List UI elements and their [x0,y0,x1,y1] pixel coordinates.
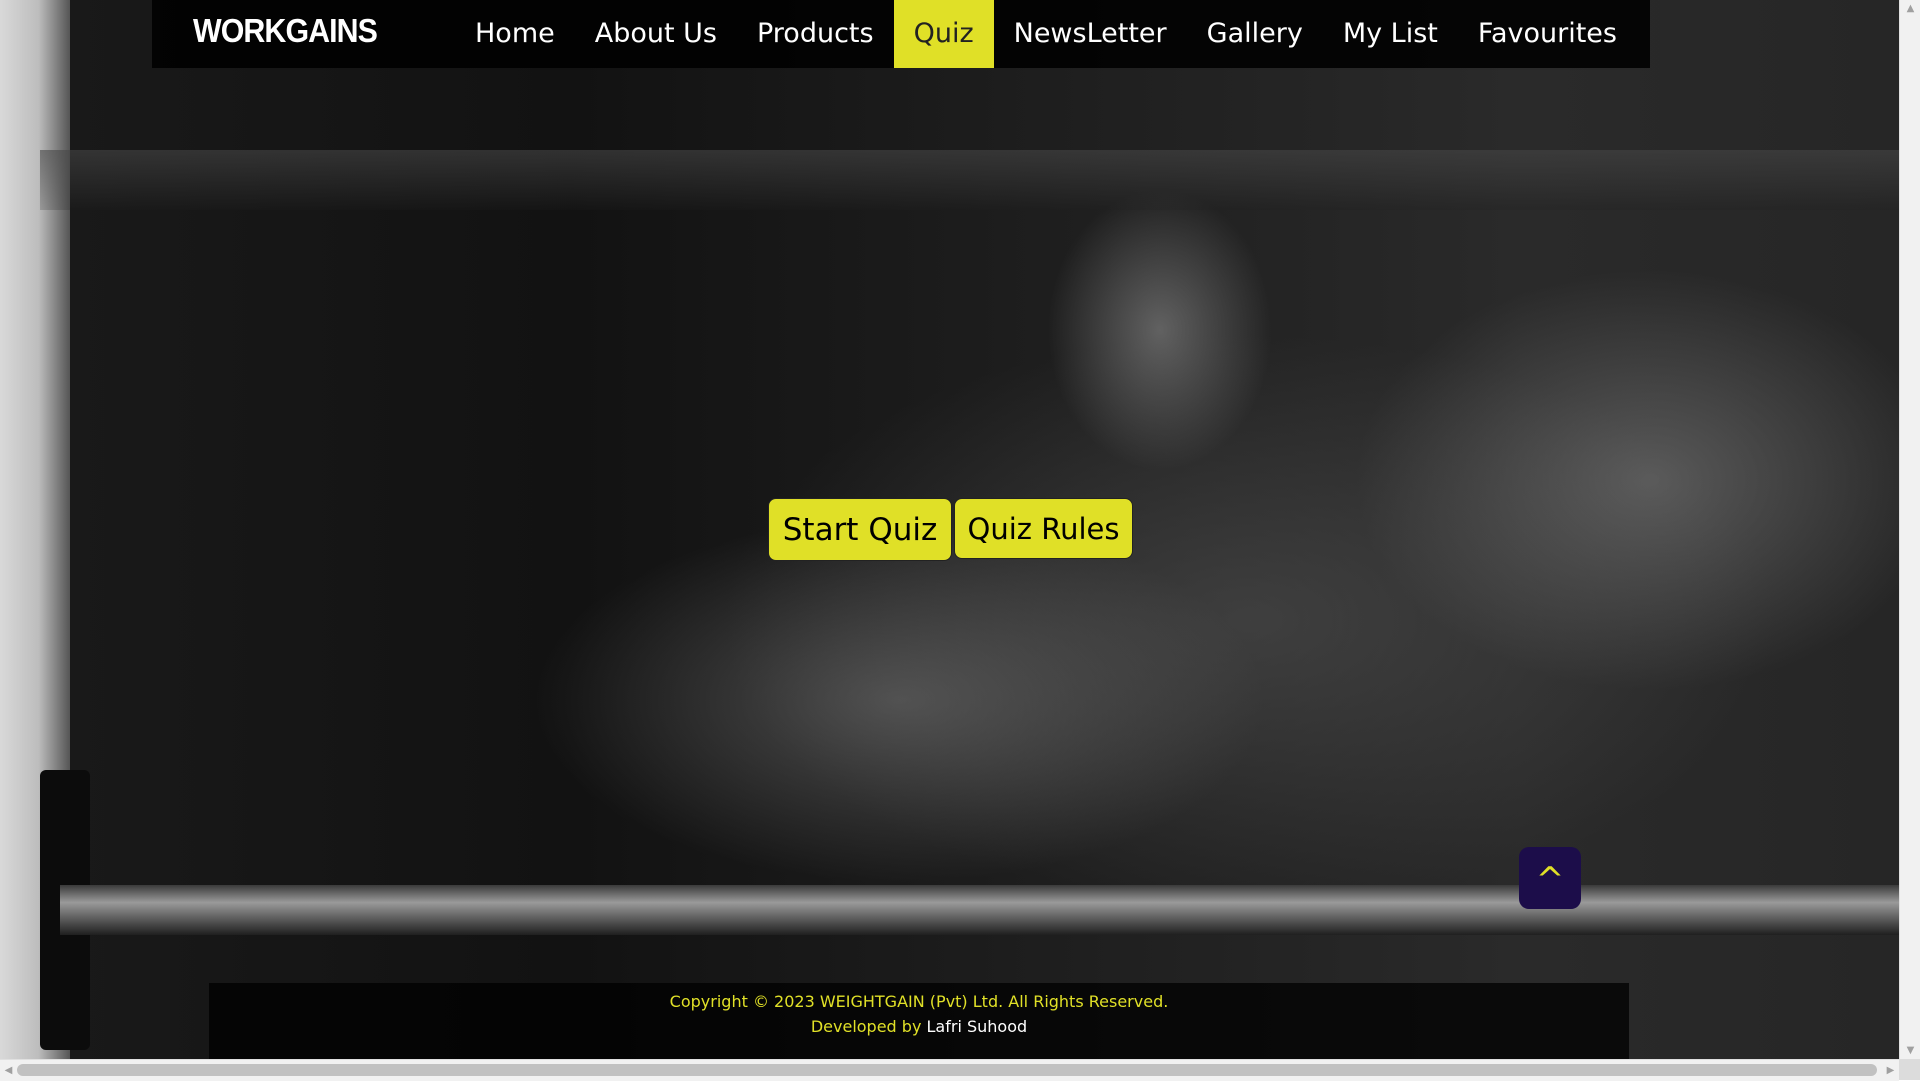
nav-item-gallery: Gallery [1187,0,1323,68]
nav-item-quiz: Quiz [893,0,994,68]
nav-link-gallery[interactable]: Gallery [1187,0,1323,68]
triangle-left-icon[interactable]: ◀ [0,1060,17,1081]
nav-item-about-us: About Us [575,0,737,68]
back-to-top-button[interactable]: ^ [1519,847,1581,909]
hero-background-pipe [40,150,1899,210]
nav-link-favourites[interactable]: Favourites [1458,0,1637,68]
footer-copyright: Copyright © 2023 WEIGHTGAIN (Pvt) Ltd. A… [669,992,1169,1011]
scrollbar-corner [1899,1059,1920,1080]
nav-item-my-list: My List [1323,0,1458,68]
quiz-button-group: Start Quiz Quiz Rules [768,498,1133,561]
nav-link-about-us[interactable]: About Us [575,0,737,68]
nav-item-products: Products [737,0,894,68]
horizontal-scrollbar[interactable]: ◀ ▶ [0,1059,1899,1081]
nav-link-home[interactable]: Home [455,0,575,68]
footer-developer-line: Developed by Lafri Suhood [209,1015,1629,1039]
quiz-rules-button[interactable]: Quiz Rules [954,498,1133,559]
page-viewport: WORKGAINS Home About Us Products Quiz Ne… [0,0,1899,1059]
footer: Copyright © 2023 WEIGHTGAIN (Pvt) Ltd. A… [209,983,1629,1059]
nav-item-favourites: Favourites [1458,0,1637,68]
nav-link-quiz[interactable]: Quiz [893,0,994,68]
nav-link-newsletter[interactable]: NewsLetter [994,0,1187,68]
hero-background-barbell [60,885,1899,935]
navbar: WORKGAINS Home About Us Products Quiz Ne… [152,0,1650,68]
triangle-right-icon[interactable]: ▶ [1882,1060,1899,1081]
brand-logo[interactable]: WORKGAINS [193,12,378,50]
nav-links: Home About Us Products Quiz NewsLetter G… [455,0,1637,68]
horizontal-scrollbar-thumb[interactable] [17,1064,1877,1076]
start-quiz-button[interactable]: Start Quiz [768,498,952,561]
footer-developer-name: Lafri Suhood [926,1017,1028,1036]
nav-item-newsletter: NewsLetter [994,0,1187,68]
footer-developed-by-label: Developed by [810,1017,922,1036]
nav-link-products[interactable]: Products [737,0,894,68]
triangle-up-icon[interactable]: ▲ [1900,0,1920,17]
nav-link-my-list[interactable]: My List [1323,0,1458,68]
vertical-scrollbar[interactable]: ▲ ▼ [1899,0,1920,1059]
nav-item-home: Home [455,0,575,68]
triangle-down-icon[interactable]: ▼ [1900,1042,1920,1059]
caret-up-icon: ^ [1535,860,1565,900]
